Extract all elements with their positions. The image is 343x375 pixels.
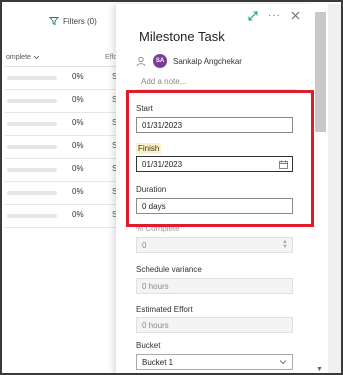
spinner-icon: ▲ ▼ <box>282 239 288 250</box>
table-row[interactable]: 0% S <box>4 205 118 228</box>
complete-value: 0 <box>142 240 147 250</box>
assignee-name: Sankalp Angchekar <box>173 56 242 66</box>
table-row[interactable]: 0% S <box>4 136 118 159</box>
table-row[interactable]: 0% S <box>4 159 118 182</box>
progress-bar <box>7 76 57 80</box>
filters-button[interactable]: Filters (0) <box>49 16 97 26</box>
estimated-effort-label: Estimated Effort <box>136 305 193 314</box>
task-grid: Filters (0) omplete Effo 0% S 0% S 0% S 0% S… <box>4 4 118 373</box>
scrollbar[interactable]: ▼ <box>314 4 328 373</box>
percent-value: 0% <box>72 141 84 150</box>
avatar[interactable]: SA <box>153 54 167 68</box>
bucket-dropdown[interactable]: Bucket 1 <box>136 354 293 370</box>
filters-label: Filters (0) <box>63 16 97 26</box>
table-row[interactable]: 0% S <box>4 182 118 205</box>
estimated-effort-value: 0 hours <box>142 320 169 330</box>
percent-value: 0% <box>72 95 84 104</box>
person-add-icon[interactable] <box>136 56 147 67</box>
close-icon[interactable] <box>291 11 300 20</box>
progress-bar <box>7 168 57 172</box>
chevron-down-icon <box>33 55 40 60</box>
bucket-value: Bucket 1 <box>142 357 174 367</box>
percent-value: 0% <box>72 118 84 127</box>
more-options-icon[interactable]: ··· <box>268 10 281 21</box>
column-header-complete[interactable]: omplete <box>6 54 40 61</box>
expand-icon[interactable] <box>248 11 258 21</box>
task-title[interactable]: Milestone Task <box>139 29 225 44</box>
schedule-variance-label: Schedule variance <box>136 265 202 274</box>
percent-value: 0% <box>72 210 84 219</box>
progress-bar <box>7 122 57 126</box>
progress-bar <box>7 99 57 103</box>
progress-bar <box>7 191 57 195</box>
note-input[interactable]: Add a note... <box>141 77 186 86</box>
panel-actions: ··· <box>248 10 300 21</box>
complete-field: 0 ▲ ▼ <box>136 237 293 253</box>
assignment-row[interactable]: SA Sankalp Angchekar <box>136 54 242 68</box>
schedule-variance-value: 0 hours <box>142 281 169 291</box>
bucket-label: Bucket <box>136 341 161 350</box>
progress-bar <box>7 214 57 218</box>
scroll-down-arrow-icon[interactable]: ▼ <box>316 366 323 373</box>
percent-value: 0% <box>72 164 84 173</box>
table-row[interactable]: 0% S <box>4 113 118 136</box>
annotation-highlight-box <box>126 90 314 227</box>
table-row[interactable]: 0% S <box>4 67 118 90</box>
table-row[interactable]: 0% S <box>4 90 118 113</box>
filter-icon <box>49 17 59 26</box>
percent-value: 0% <box>72 187 84 196</box>
scrollbar-thumb[interactable] <box>315 12 326 132</box>
panel-scrollbar-area: ▼ <box>314 4 341 373</box>
percent-value: 0% <box>72 72 84 81</box>
schedule-variance-field: 0 hours <box>136 278 293 294</box>
screenshot-frame: Filters (0) omplete Effo 0% S 0% S 0% S 0% S… <box>0 0 343 375</box>
estimated-effort-field: 0 hours <box>136 317 293 333</box>
chevron-down-icon <box>279 360 287 365</box>
progress-bar <box>7 145 57 149</box>
